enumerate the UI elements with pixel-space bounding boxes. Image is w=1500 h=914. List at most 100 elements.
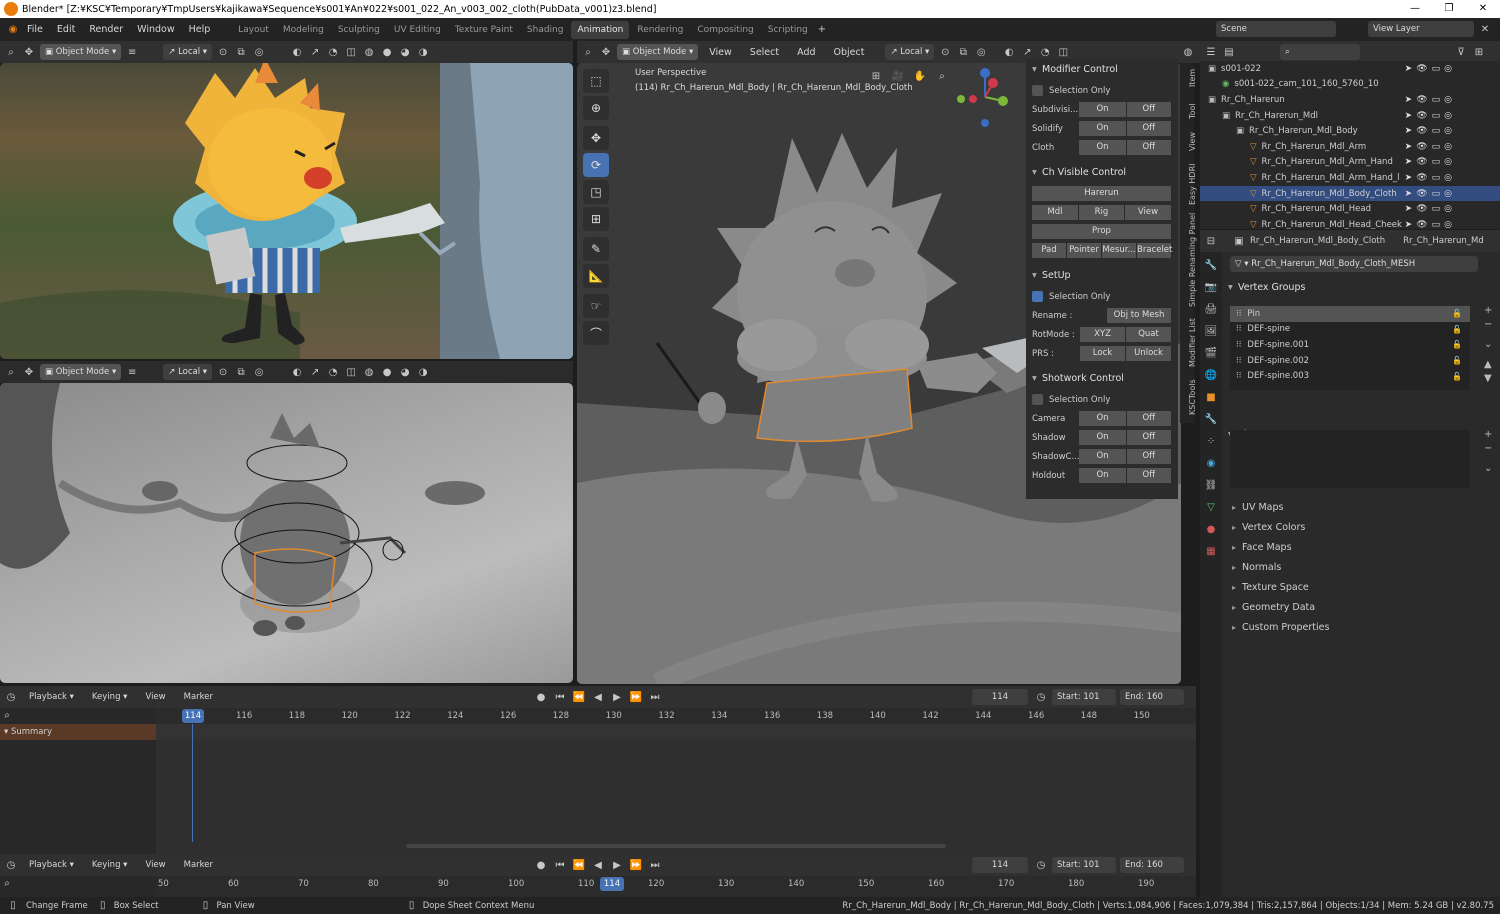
new-collection-icon[interactable]: ⊞ <box>1472 45 1486 59</box>
shadow-on-button[interactable]: On <box>1079 430 1127 445</box>
gizmo-icon[interactable]: ↗ <box>308 365 322 379</box>
workspace-tab-animation[interactable]: Animation <box>571 20 630 39</box>
tab-simple-renaming-panel[interactable]: Simple Renaming Panel <box>1188 213 1197 307</box>
editor-type-icon[interactable]: ⌕ <box>581 45 595 59</box>
menu-render[interactable]: Render <box>82 18 130 41</box>
timeline-ruler[interactable]: 114 50 60 70 80 90 100 110 120 130 140 150 160 170 18… <box>156 876 1196 897</box>
material-shading-icon[interactable]: ◕ <box>398 365 412 379</box>
transform-icon[interactable]: ✥ <box>22 45 36 59</box>
grid-icon[interactable]: ⊞ <box>869 69 883 83</box>
lock-icon[interactable]: 🔓 <box>1452 325 1462 334</box>
move-up-icon[interactable]: ▲ <box>1484 358 1492 372</box>
pose-tool-icon[interactable]: ☞ <box>583 294 609 318</box>
close-button[interactable]: ✕ <box>1466 0 1500 18</box>
workspace-tab-compositing[interactable]: Compositing <box>691 21 759 39</box>
scene-selector[interactable]: Scene <box>1216 21 1336 37</box>
wireframe-shading-icon[interactable]: ◍ <box>1181 45 1195 59</box>
object-mode-dropdown[interactable]: ▣ Object Mode ▾ <box>617 44 699 60</box>
lock-icon[interactable]: 🔓 <box>1452 340 1462 349</box>
menu-view[interactable]: View <box>138 686 172 709</box>
play-reverse-icon[interactable]: ◀ <box>591 690 605 704</box>
shadow-off-button[interactable]: Off <box>1126 430 1172 445</box>
record-icon[interactable]: ● <box>534 690 548 704</box>
xyz-button[interactable]: XYZ <box>1080 327 1126 342</box>
solidify-on-button[interactable]: On <box>1079 121 1127 136</box>
orientation-dropdown[interactable]: ↗ Local ▾ <box>163 44 213 60</box>
subdivision-on-button[interactable]: On <box>1079 102 1127 117</box>
subdivision-off-button[interactable]: Off <box>1126 102 1172 117</box>
pad-button[interactable]: Pad <box>1032 243 1067 258</box>
display-mode-icon[interactable]: ▤ <box>1222 45 1236 59</box>
editor-type-icon[interactable]: ◷ <box>4 690 18 704</box>
current-frame-indicator[interactable]: 114 <box>182 709 204 723</box>
solid-shading-icon[interactable]: ● <box>380 45 394 59</box>
material-props-icon[interactable]: ● <box>1204 522 1218 536</box>
constraint-props-icon[interactable]: ⛓ <box>1204 478 1218 492</box>
visibility-toggles-icon[interactable]: ➤👁▭◎ <box>1405 142 1456 152</box>
hamburger-menu-icon[interactable]: ≡ <box>125 45 139 59</box>
camera-off-button[interactable]: Off <box>1126 411 1172 426</box>
vertex-group-row[interactable]: ⁝⁝ DEF-spine 🔓 <box>1230 322 1470 338</box>
scale-tool-icon[interactable]: ◳ <box>583 180 609 204</box>
bracelet-button[interactable]: Bracelet <box>1137 243 1172 258</box>
modifier-control-header[interactable]: Modifier Control <box>1026 59 1178 81</box>
wireframe-shading-icon[interactable]: ◍ <box>362 365 376 379</box>
outliner-row[interactable]: ▽ Rr_Ch_Harerun_Mdl_Head ➤👁▭◎ <box>1200 201 1500 217</box>
workspace-tab-modeling[interactable]: Modeling <box>277 21 330 39</box>
xray-icon[interactable]: ◫ <box>1056 45 1070 59</box>
properties-section-normals[interactable]: Normals <box>1222 557 1492 577</box>
proportional-icon[interactable]: ◎ <box>252 365 266 379</box>
menu-object[interactable]: Object <box>827 41 872 64</box>
overlay-icon[interactable]: ◔ <box>326 365 340 379</box>
menu-keying[interactable]: Keying ▾ <box>85 854 135 877</box>
setup-header[interactable]: SetUp <box>1026 265 1178 287</box>
tab-modifier-list[interactable]: Modifier List <box>1188 318 1197 367</box>
properties-section-uv-maps[interactable]: UV Maps <box>1222 497 1492 517</box>
tab-tool[interactable]: Tool <box>1188 103 1197 119</box>
properties-section-custom-properties[interactable]: Custom Properties <box>1222 617 1492 637</box>
workspace-tab-shading[interactable]: Shading <box>521 21 570 39</box>
tab-easy-hdri[interactable]: Easy HDRI <box>1188 164 1197 206</box>
scene-props-icon[interactable]: 🎬 <box>1204 346 1218 360</box>
visibility-icon[interactable]: ◐ <box>1002 45 1016 59</box>
camera-view-icon[interactable]: 🎥 <box>891 69 905 83</box>
view-layer-remove-icon[interactable]: ✕ <box>1478 22 1492 36</box>
timeline-search[interactable]: ⌕ <box>0 876 156 897</box>
shotwork-selection-only-checkbox[interactable] <box>1032 394 1043 405</box>
tab-ksctools[interactable]: KSCTools <box>1188 379 1197 415</box>
record-icon[interactable]: ● <box>534 858 548 872</box>
add-vertex-group-icon[interactable]: + <box>1484 304 1492 318</box>
current-frame-indicator[interactable]: 114 <box>600 877 624 891</box>
holdout-on-button[interactable]: On <box>1079 468 1127 483</box>
play-reverse-icon[interactable]: ◀ <box>591 858 605 872</box>
vertex-group-row[interactable]: ⁝⁝ DEF-spine.003 🔓 <box>1230 368 1470 384</box>
visibility-toggles-icon[interactable]: ➤👁▭◎ <box>1405 111 1456 121</box>
prev-key-icon[interactable]: ⏪ <box>572 690 586 704</box>
outliner-row[interactable]: ▣ Rr_Ch_Harerun ➤👁▭◎ <box>1200 92 1500 108</box>
rotate-tool-icon[interactable]: ⟳ <box>583 153 609 177</box>
view-layer-props-icon[interactable]: 🖼 <box>1204 324 1218 338</box>
current-frame-field[interactable]: 114 <box>972 857 1028 873</box>
cloth-off-button[interactable]: Off <box>1126 140 1172 155</box>
workspace-tab-scripting[interactable]: Scripting <box>762 21 814 39</box>
current-frame-field[interactable]: 114 <box>972 689 1028 705</box>
outliner-row[interactable]: ▽ Rr_Ch_Harerun_Mdl_Arm ➤👁▭◎ <box>1200 139 1500 155</box>
menu-view[interactable]: View <box>702 41 739 64</box>
move-down-icon[interactable]: ▼ <box>1484 372 1492 386</box>
visibility-toggles-icon[interactable]: ➤👁▭◎ <box>1405 95 1456 105</box>
remove-vertex-group-icon[interactable]: − <box>1484 318 1492 332</box>
snap-icon[interactable]: ⧉ <box>956 45 970 59</box>
solidify-off-button[interactable]: Off <box>1126 121 1172 136</box>
modifier-selection-only[interactable]: Selection Only <box>1026 81 1178 100</box>
object-mode-dropdown[interactable]: ▣ Object Mode ▾ <box>40 44 122 60</box>
outliner-editor-icon[interactable]: ☰ <box>1204 45 1218 59</box>
menu-marker[interactable]: Marker <box>177 686 220 709</box>
particles-props-icon[interactable]: ⁘ <box>1204 434 1218 448</box>
menu-marker[interactable]: Marker <box>177 854 220 877</box>
shotwork-control-header[interactable]: Shotwork Control <box>1026 368 1178 390</box>
maximize-button[interactable]: ❐ <box>1432 0 1466 18</box>
tool-props-icon[interactable]: 🔧 <box>1204 258 1218 272</box>
jump-start-icon[interactable]: ⏮ <box>553 690 567 704</box>
snap-icon[interactable]: ⧉ <box>234 45 248 59</box>
object-props-icon[interactable]: ■ <box>1204 390 1218 404</box>
